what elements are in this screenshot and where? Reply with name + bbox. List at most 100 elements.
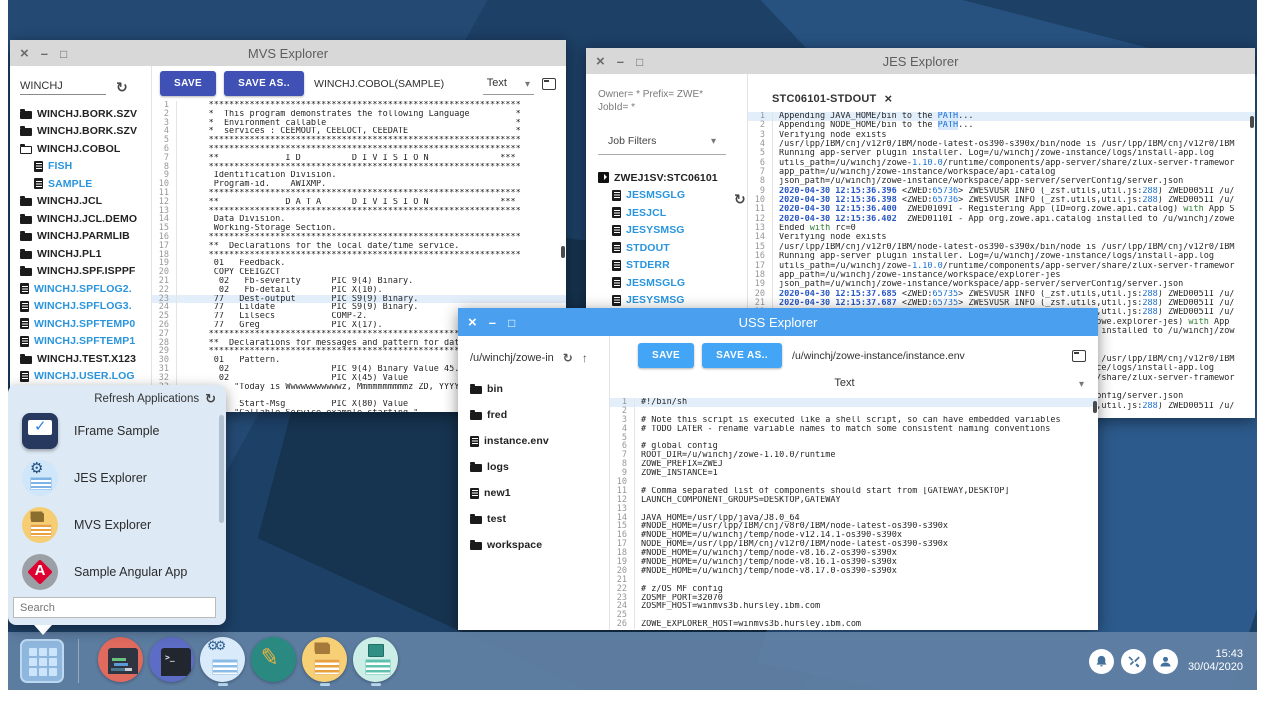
tree-item-jesmsglg[interactable]: JESMSGLG bbox=[598, 187, 747, 205]
refresh-applications[interactable]: Refresh Applications bbox=[8, 385, 226, 405]
dock-uss-explorer-app[interactable] bbox=[352, 637, 399, 686]
tree-item-jesysmsg[interactable]: JESYSMSG bbox=[598, 292, 747, 310]
tree-item-stdout[interactable]: STDOUT bbox=[598, 239, 747, 257]
clock: 15:43 30/04/2020 bbox=[1188, 648, 1243, 674]
tree-item-label: WINCHJ.PARMLIB bbox=[37, 230, 130, 242]
code-line: 23ZOSMF_PORT=32070 bbox=[610, 594, 1098, 603]
tree-item-label: WINCHJ.JCL.DEMO bbox=[37, 213, 137, 225]
tree-item-new1[interactable]: new1 bbox=[470, 480, 609, 506]
tree-item-winchj-spflog3-[interactable]: WINCHJ.SPFLOG3. bbox=[20, 298, 151, 316]
launcher-app-mvs-explorer[interactable]: MVS Explorer bbox=[8, 501, 218, 548]
line-text: Appending JAVA_HOME/bin to the PATH... bbox=[772, 112, 1255, 121]
syntax-mode-select[interactable]: Text bbox=[483, 72, 534, 95]
close-icon[interactable] bbox=[884, 91, 892, 106]
open-in-new-icon[interactable] bbox=[1072, 350, 1086, 362]
tree-item-label: STDERR bbox=[626, 259, 670, 271]
refresh-icon[interactable] bbox=[563, 352, 573, 364]
app-search-input[interactable] bbox=[13, 597, 216, 618]
tree-item-sample[interactable]: SAMPLE bbox=[20, 175, 151, 193]
tree-item-winchj-spf-isppf[interactable]: WINCHJ.SPF.ISPPF bbox=[20, 263, 151, 281]
minimize-icon[interactable] bbox=[41, 47, 48, 60]
uss-code-editor[interactable]: 1#!/bin/sh23# Note this script is execut… bbox=[610, 398, 1098, 630]
tree-item-jesjcl[interactable]: JESJCL bbox=[598, 204, 747, 222]
tree-item-winchj-bork-szv[interactable]: WINCHJ.BORK.SZV bbox=[20, 123, 151, 141]
launcher-app-jes-explorer[interactable]: JES Explorer bbox=[8, 454, 218, 501]
dock-mvs-explorer-app[interactable] bbox=[301, 637, 348, 686]
tree-item-winchj-parmlib[interactable]: WINCHJ.PARMLIB bbox=[20, 228, 151, 246]
tree-item-test[interactable]: test bbox=[470, 506, 609, 532]
app-label: MVS Explorer bbox=[74, 518, 151, 532]
scrollbar-thumb[interactable] bbox=[561, 246, 565, 258]
dock-jes-explorer-app[interactable] bbox=[199, 637, 246, 686]
tree-item-fish[interactable]: FISH bbox=[20, 158, 151, 176]
launcher-app-iframe-sample[interactable]: IFrame Sample bbox=[8, 407, 218, 454]
tree-item-fred[interactable]: fred bbox=[470, 402, 609, 428]
scrollbar-thumb[interactable] bbox=[1250, 116, 1254, 128]
uss-titlebar[interactable]: USS Explorer bbox=[458, 308, 1098, 336]
maximize-icon[interactable] bbox=[60, 47, 67, 60]
code-line: 3Verifying node exists bbox=[748, 131, 1255, 140]
line-text: # z/OS MF config bbox=[634, 585, 1098, 594]
line-text: COPY CEEIGZCT bbox=[176, 268, 566, 277]
dock-code-editor-app[interactable] bbox=[97, 637, 144, 686]
save-as-button[interactable]: SAVE AS.. bbox=[702, 343, 782, 368]
tree-item-stderr[interactable]: STDERR bbox=[598, 257, 747, 275]
jes-titlebar[interactable]: JES Explorer bbox=[586, 48, 1255, 74]
tree-item-label: WINCHJ.SPFLOG3. bbox=[34, 300, 132, 312]
refresh-icon[interactable] bbox=[116, 80, 128, 94]
uss-path-label[interactable]: /u/winchj/zowe-in bbox=[470, 352, 554, 364]
line-text: #!/bin/sh bbox=[634, 398, 1098, 407]
tree-item-winchj-bork-szv[interactable]: WINCHJ.BORK.SZV bbox=[20, 105, 151, 123]
gears-doc-glyph bbox=[200, 637, 245, 682]
user-account-icon[interactable] bbox=[1153, 649, 1178, 674]
tree-item-winchj-jcl-demo[interactable]: WINCHJ.JCL.DEMO bbox=[20, 210, 151, 228]
mvs-titlebar[interactable]: MVS Explorer bbox=[10, 40, 566, 66]
tree-item-zwej1sv-stc06101[interactable]: ZWEJ1SV:STC06101 bbox=[598, 169, 747, 187]
tree-item-winchj-spftemp1[interactable]: WINCHJ.SPFTEMP1 bbox=[20, 333, 151, 351]
close-icon[interactable] bbox=[468, 315, 477, 330]
tree-item-winchj-cobol[interactable]: WINCHJ.COBOL bbox=[20, 140, 151, 158]
dataset-filter-input[interactable] bbox=[20, 78, 106, 95]
maximize-icon[interactable] bbox=[508, 316, 515, 329]
tree-item-logs[interactable]: logs bbox=[470, 454, 609, 480]
save-button[interactable]: SAVE bbox=[638, 343, 694, 368]
file-icon bbox=[612, 225, 621, 236]
dock-terminal-app[interactable] bbox=[148, 637, 195, 686]
tree-item-jesysmsg[interactable]: JESYSMSG bbox=[598, 222, 747, 240]
up-directory-icon[interactable] bbox=[582, 352, 588, 364]
job-filters-select[interactable]: Job Filters bbox=[598, 128, 726, 155]
code-line: 6 **************************************… bbox=[152, 145, 566, 154]
save-button[interactable]: SAVE bbox=[160, 71, 216, 96]
dock-editor-app[interactable] bbox=[250, 637, 297, 686]
tree-item-workspace[interactable]: workspace bbox=[470, 532, 609, 558]
settings-tools-icon[interactable] bbox=[1121, 649, 1146, 674]
open-in-new-icon[interactable] bbox=[542, 78, 556, 90]
tree-item-winchj-user-log[interactable]: WINCHJ.USER.LOG bbox=[20, 368, 151, 386]
line-text: ****************************************… bbox=[176, 207, 566, 216]
app-launcher-button[interactable] bbox=[20, 639, 64, 683]
tree-item-winchj-spflog2-[interactable]: WINCHJ.SPFLOG2. bbox=[20, 280, 151, 298]
app-label: Sample Angular App bbox=[74, 565, 187, 579]
minimize-icon[interactable] bbox=[617, 55, 624, 68]
pencil-glyph bbox=[251, 637, 296, 682]
tab-stdout[interactable]: STC06101-STDOUT bbox=[762, 85, 902, 112]
close-icon[interactable] bbox=[596, 54, 605, 69]
tree-item-bin[interactable]: bin bbox=[470, 376, 609, 402]
tree-item-winchj-jcl[interactable]: WINCHJ.JCL bbox=[20, 193, 151, 211]
line-text: # Comma separated list of components sho… bbox=[634, 487, 1098, 496]
scrollbar-thumb[interactable] bbox=[219, 415, 224, 523]
refresh-icon[interactable] bbox=[734, 192, 746, 206]
tree-item-winchj-spftemp0[interactable]: WINCHJ.SPFTEMP0 bbox=[20, 315, 151, 333]
minimize-icon[interactable] bbox=[489, 316, 496, 329]
close-icon[interactable] bbox=[20, 46, 29, 61]
notifications-bell-icon[interactable] bbox=[1089, 649, 1114, 674]
tree-item-winchj-test-x123[interactable]: WINCHJ.TEST.X123 bbox=[20, 350, 151, 368]
scrollbar-thumb[interactable] bbox=[1093, 401, 1097, 413]
launcher-app-sample-angular-app[interactable]: Sample Angular App bbox=[8, 548, 218, 595]
tree-item-instance-env[interactable]: instance.env bbox=[470, 428, 609, 454]
syntax-mode-select[interactable]: Text bbox=[610, 372, 1098, 398]
save-as-button[interactable]: SAVE AS.. bbox=[224, 71, 304, 96]
tree-item-winchj-pl1[interactable]: WINCHJ.PL1 bbox=[20, 245, 151, 263]
maximize-icon[interactable] bbox=[636, 55, 643, 68]
tree-item-jesmsglg[interactable]: JESMSGLG bbox=[598, 274, 747, 292]
